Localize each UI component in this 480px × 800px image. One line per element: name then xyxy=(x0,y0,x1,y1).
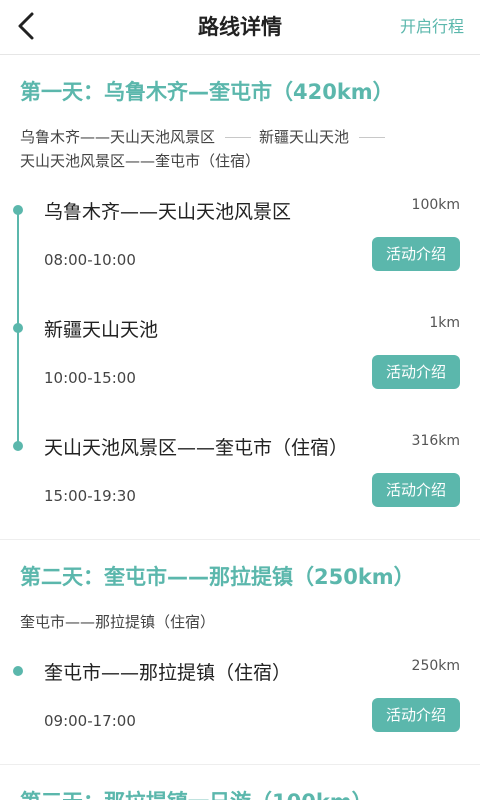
activity-intro-button[interactable]: 活动介绍 xyxy=(372,698,460,732)
summary-segment: 奎屯市——那拉提镇（住宿） xyxy=(20,613,216,631)
stop-distance: 1km xyxy=(429,315,460,331)
day-section-1: 第一天：乌鲁木齐—奎屯市（420km） 乌鲁木齐——天山天池风景区新疆天山天池 … xyxy=(0,55,480,539)
chevron-left-icon xyxy=(18,12,34,40)
header-bar: 路线详情 开启行程 xyxy=(0,0,480,55)
day-title: 第二天：奎屯市——那拉提镇（250km） xyxy=(20,565,415,589)
activity-intro-button[interactable]: 活动介绍 xyxy=(372,355,460,389)
timeline-stop: 新疆天山天池 1km 10:00-15:00 活动介绍 xyxy=(13,303,460,421)
stop-time: 10:00-15:00 xyxy=(44,369,136,387)
day-section-2: 第二天：奎屯市——那拉提镇（250km） 奎屯市——那拉提镇（住宿） 奎屯市——… xyxy=(0,539,480,764)
timeline-stop: 奎屯市——那拉提镇（住宿） 250km 09:00-17:00 活动介绍 xyxy=(13,646,460,764)
timeline-stop: 乌鲁木齐——天山天池风景区 100km 08:00-10:00 活动介绍 xyxy=(13,185,460,303)
timeline-dot xyxy=(13,666,23,676)
day-summary: 乌鲁木齐——天山天池风景区 新疆天山天池 天山天池风景区——奎屯市（住宿） xyxy=(20,109,460,173)
day-title: 第一天：乌鲁木齐—奎屯市（420km） xyxy=(20,80,394,104)
stop-distance: 316km xyxy=(411,433,460,449)
stop-name: 乌鲁木齐——天山天池风景区 xyxy=(44,201,292,223)
stop-time: 08:00-10:00 xyxy=(44,251,136,269)
timeline: 乌鲁木齐——天山天池风景区 100km 08:00-10:00 活动介绍 新疆天… xyxy=(13,185,460,539)
summary-divider xyxy=(225,137,252,138)
timeline-stop: 天山天池风景区——奎屯市（住宿） 316km 15:00-19:30 活动介绍 xyxy=(13,421,460,539)
stop-distance: 250km xyxy=(411,658,460,674)
timeline-dot xyxy=(13,205,23,215)
summary-segment: 乌鲁木齐——天山天池风景区 xyxy=(20,128,216,146)
back-button[interactable] xyxy=(8,6,48,46)
route-detail-screen: 路线详情 开启行程 第一天：乌鲁木齐—奎屯市（420km） 乌鲁木齐——天山天池… xyxy=(0,0,480,800)
day-section-3: 第三天：那拉提镇一日游（100km） xyxy=(0,764,480,800)
stop-name: 天山天池风景区——奎屯市（住宿） xyxy=(44,437,349,459)
timeline-dot xyxy=(13,441,23,451)
stop-name: 新疆天山天池 xyxy=(44,319,159,341)
timeline: 奎屯市——那拉提镇（住宿） 250km 09:00-17:00 活动介绍 xyxy=(13,646,460,764)
summary-segment: 新疆天山天池 xyxy=(259,128,350,146)
stop-distance: 100km xyxy=(411,197,460,213)
summary-divider xyxy=(359,137,386,138)
timeline-dot xyxy=(13,323,23,333)
stop-name: 奎屯市——那拉提镇（住宿） xyxy=(44,662,292,684)
day-summary: 奎屯市——那拉提镇（住宿） xyxy=(20,594,460,634)
activity-intro-button[interactable]: 活动介绍 xyxy=(372,237,460,271)
activity-intro-button[interactable]: 活动介绍 xyxy=(372,473,460,507)
stop-time: 15:00-19:30 xyxy=(44,487,136,505)
start-trip-button[interactable]: 开启行程 xyxy=(400,0,464,54)
summary-segment: 天山天池风景区——奎屯市（住宿） xyxy=(20,152,261,170)
day-title: 第三天：那拉提镇一日游（100km） xyxy=(20,765,460,800)
stop-time: 09:00-17:00 xyxy=(44,712,136,730)
